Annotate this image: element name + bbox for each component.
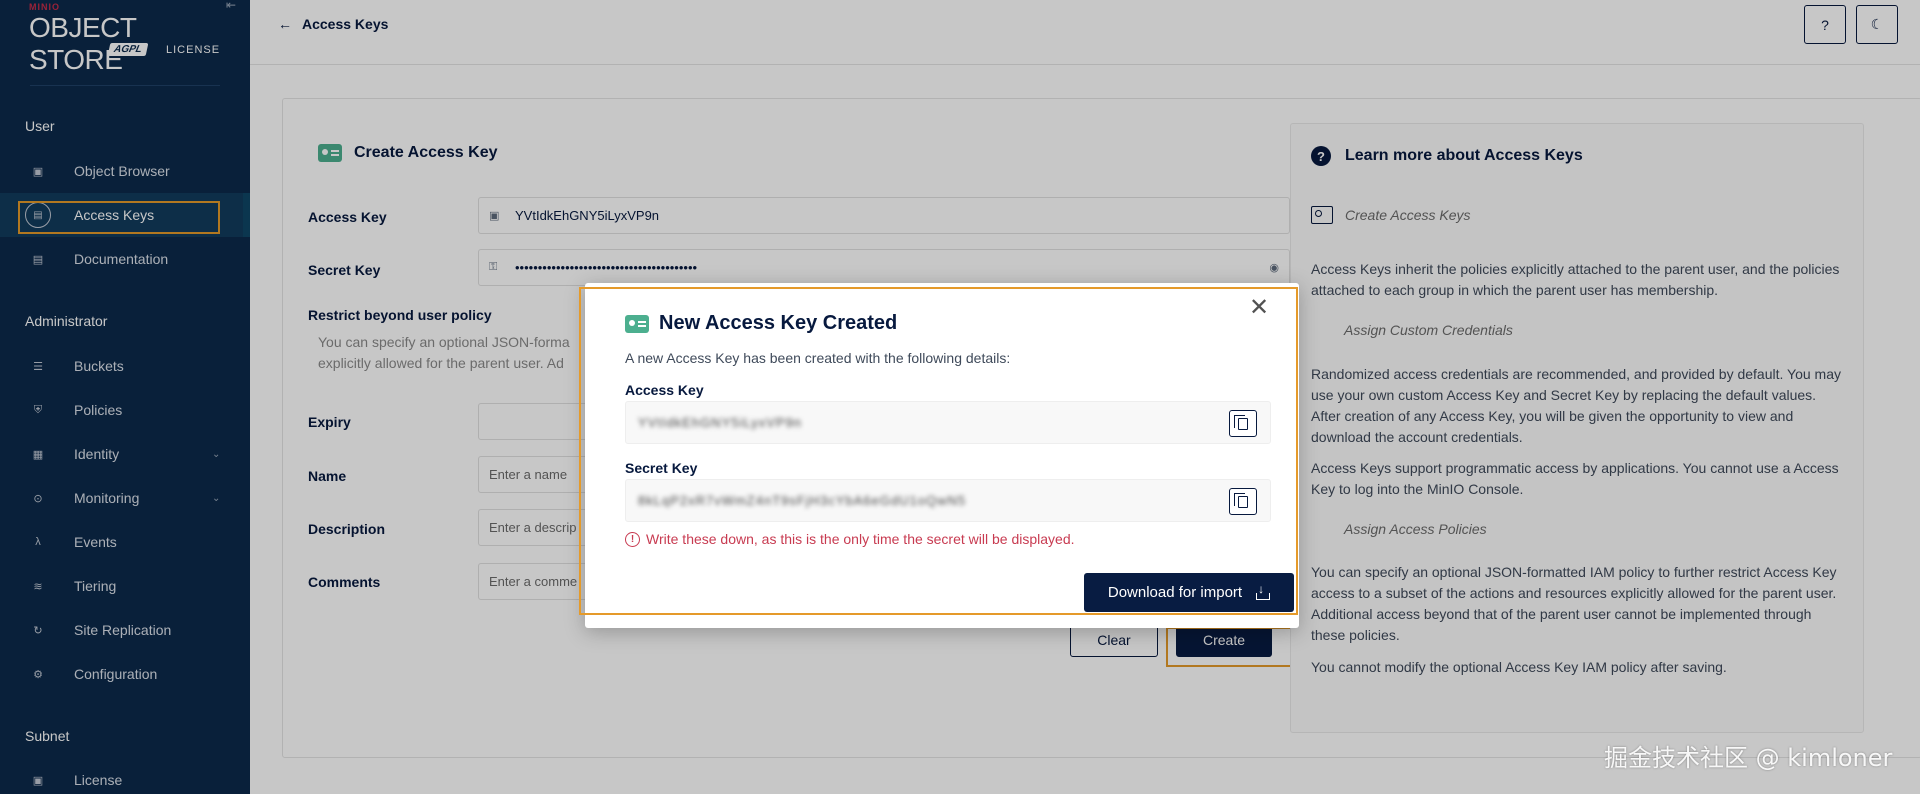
watermark: 掘金技术社区 @ kimloner <box>1604 744 1893 772</box>
modal-highlight <box>579 287 1298 615</box>
